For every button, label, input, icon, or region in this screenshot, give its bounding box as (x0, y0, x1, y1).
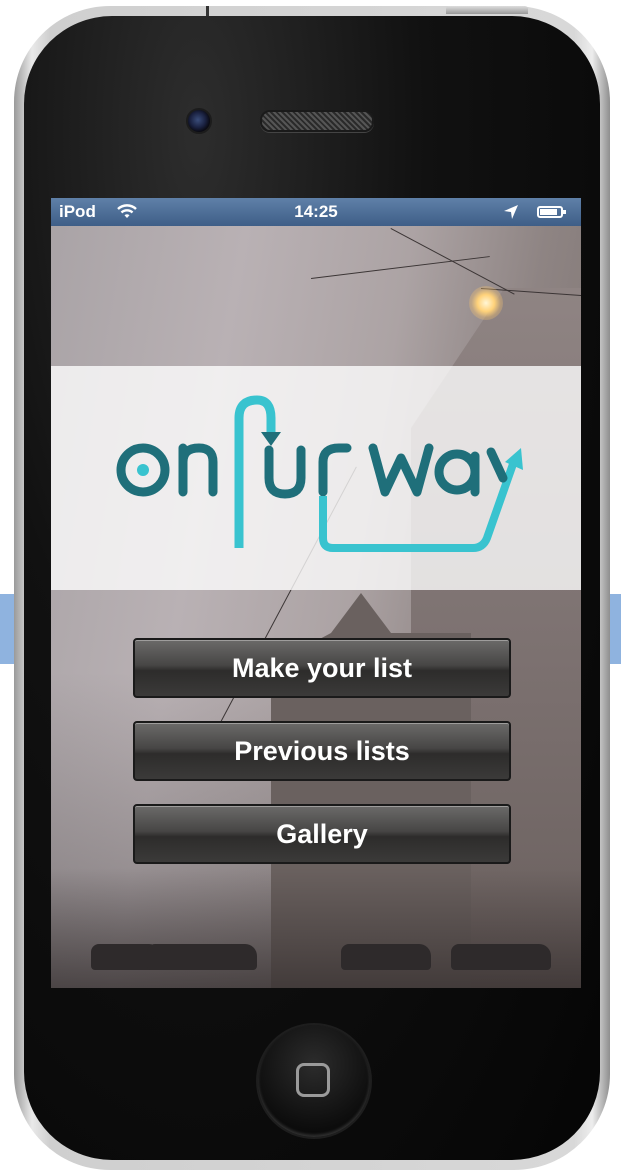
battery-icon (537, 206, 566, 218)
previous-lists-button[interactable]: Previous lists (133, 721, 511, 781)
parked-car (147, 944, 257, 970)
parked-car (341, 944, 431, 970)
phone-top-mark (206, 6, 209, 16)
onurway-logo (116, 395, 523, 552)
status-time: 14:25 (294, 202, 338, 221)
sleep-wake-button[interactable] (446, 6, 528, 14)
street-shadow (51, 868, 581, 988)
street-lamp-glow (469, 286, 503, 320)
home-button-icon[interactable] (258, 1025, 370, 1137)
parked-car (451, 944, 551, 970)
status-bar: iPod 14:25 (51, 198, 581, 226)
location-arrow-icon (504, 205, 518, 219)
home-square-icon (296, 1063, 330, 1097)
speaker-grille-icon (260, 110, 374, 132)
battery-level (540, 209, 557, 215)
front-camera-icon (186, 108, 212, 134)
app-screen: iPod 14:25 Make your list Previous lists… (51, 198, 581, 988)
make-your-list-button[interactable]: Make your list (133, 638, 511, 698)
gallery-button[interactable]: Gallery (133, 804, 511, 864)
